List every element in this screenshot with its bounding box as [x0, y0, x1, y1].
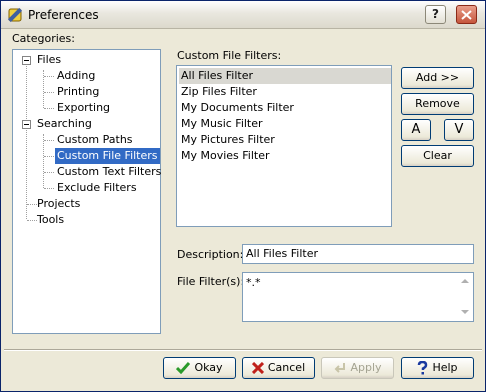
clear-button[interactable]: Clear [401, 145, 474, 167]
scroll-down-arrow[interactable] [458, 305, 472, 319]
filters-listbox[interactable]: All Files Filter Zip Files Filter My Doc… [176, 65, 392, 227]
help-icon [418, 361, 428, 375]
move-up-button[interactable]: A [401, 119, 431, 141]
tree-item-exporting[interactable]: Exporting [55, 100, 112, 116]
title-bar[interactable]: Preferences ? [1, 1, 485, 29]
tree-item-searching[interactable]: Searching [35, 116, 94, 132]
tree-item-custom-paths[interactable]: Custom Paths [55, 132, 135, 148]
cancel-label: Cancel [267, 361, 306, 374]
help-label: Help [432, 361, 458, 374]
tree-item-custom-file-filters[interactable]: Custom File Filters [55, 148, 160, 164]
okay-label: Okay [194, 361, 223, 374]
tree-item-exclude-filters[interactable]: Exclude Filters [55, 180, 139, 196]
tree-line [44, 188, 54, 189]
x-icon [251, 362, 264, 374]
cancel-button[interactable]: Cancel [242, 357, 315, 379]
list-item[interactable]: Zip Files Filter [179, 84, 391, 100]
list-item[interactable]: My Music Filter [179, 116, 391, 132]
check-icon [176, 362, 191, 374]
enter-arrow-icon [335, 363, 346, 373]
tree-item-printing[interactable]: Printing [55, 84, 101, 100]
list-item[interactable]: All Files Filter [179, 68, 391, 84]
close-icon [461, 10, 472, 20]
title-close-button[interactable] [456, 5, 477, 24]
footer-divider [4, 349, 482, 351]
tree-item-adding[interactable]: Adding [55, 68, 97, 84]
tree-line [44, 172, 54, 173]
apply-label: Apply [350, 361, 382, 374]
file-filters-label: File Filter(s): [177, 275, 245, 288]
tree-item-tools[interactable]: Tools [35, 212, 66, 228]
app-icon [7, 7, 23, 23]
collapse-icon[interactable] [22, 56, 31, 65]
tree-line [44, 76, 54, 77]
okay-button[interactable]: Okay [163, 357, 236, 379]
list-item[interactable]: My Pictures Filter [179, 132, 391, 148]
tree-line [43, 134, 44, 188]
window-title: Preferences [28, 8, 99, 22]
list-item[interactable]: My Movies Filter [179, 148, 391, 164]
tree-item-custom-text-filters[interactable]: Custom Text Filters [55, 164, 163, 180]
title-help-button[interactable]: ? [425, 5, 446, 24]
categories-label: Categories: [12, 32, 75, 45]
preferences-window: Preferences ? Categories: Files Adding P… [0, 0, 486, 392]
collapse-icon[interactable] [22, 120, 31, 129]
tree-line [44, 92, 54, 93]
remove-button[interactable]: Remove [401, 93, 474, 115]
add-button[interactable]: Add >> [401, 67, 474, 89]
scroll-up-arrow[interactable] [458, 275, 472, 289]
help-button[interactable]: Help [401, 357, 474, 379]
tree-line [44, 140, 54, 141]
apply-button[interactable]: Apply [321, 357, 394, 379]
file-filters-textarea[interactable]: *.* [242, 272, 474, 322]
tree-line [44, 108, 54, 109]
custom-file-filters-label: Custom File Filters: [177, 49, 282, 62]
tree-line [44, 156, 54, 157]
categories-tree[interactable]: Files Adding Printing Exporting Searchin… [12, 49, 161, 334]
tree-line [26, 62, 27, 219]
tree-item-projects[interactable]: Projects [35, 196, 82, 212]
list-item[interactable]: My Documents Filter [179, 100, 391, 116]
move-down-button[interactable]: V [444, 119, 474, 141]
tree-item-files[interactable]: Files [35, 52, 63, 68]
description-input[interactable]: All Files Filter [242, 244, 474, 264]
description-label: Description: [177, 248, 244, 261]
